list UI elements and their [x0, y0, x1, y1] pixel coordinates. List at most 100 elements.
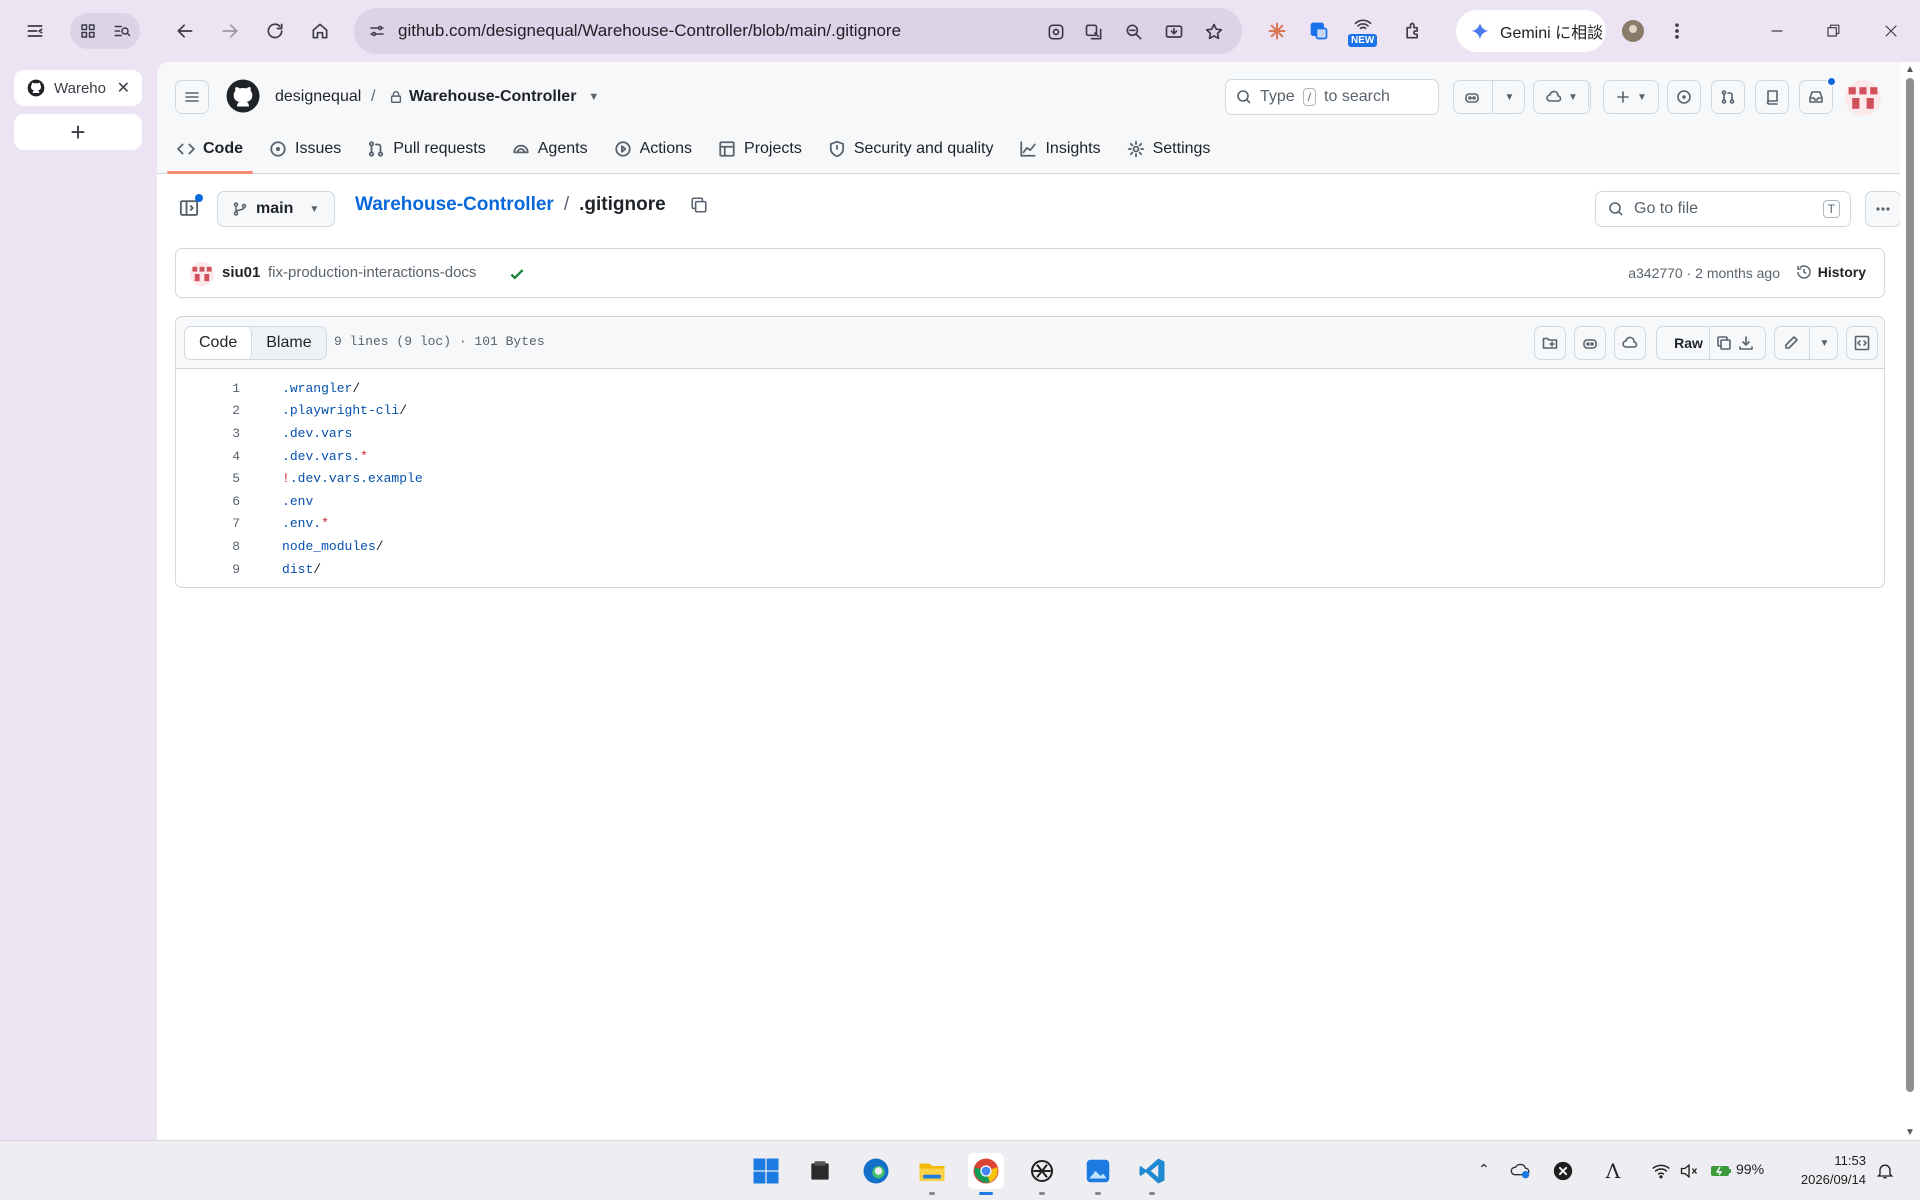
codespace-open-button[interactable] — [1614, 326, 1646, 360]
close-window-icon[interactable] — [1876, 16, 1906, 46]
zoom-icon[interactable] — [1122, 20, 1146, 44]
scroll-up-icon[interactable]: ▲ — [1905, 64, 1915, 75]
line-number[interactable]: 6 — [176, 494, 240, 509]
site-info-icon[interactable] — [366, 20, 388, 42]
download-icon[interactable] — [1738, 335, 1754, 351]
scroll-down-icon[interactable]: ▼ — [1905, 1127, 1915, 1138]
onedrive-icon[interactable] — [1508, 1153, 1534, 1189]
commit-meta[interactable]: a342770 · 2 months ago — [1628, 265, 1780, 281]
minimize-icon[interactable] — [1762, 16, 1792, 46]
file-tree-toggle[interactable] — [175, 194, 203, 222]
reload-icon[interactable] — [260, 16, 290, 46]
line-number[interactable]: 1 — [176, 381, 240, 396]
line-number[interactable]: 4 — [176, 449, 240, 464]
address-bar[interactable]: github.com/designequal/Warehouse-Control… — [354, 8, 1242, 54]
commit-author[interactable]: siu01 — [222, 264, 260, 281]
task-view-button[interactable] — [802, 1153, 838, 1189]
collapse-tabs-icon[interactable] — [20, 16, 50, 46]
line-number[interactable]: 9 — [176, 562, 240, 577]
history-button[interactable]: History — [1796, 264, 1866, 280]
breadcrumb-repo[interactable]: Warehouse-Controller ▼ — [389, 88, 599, 106]
issues-global-button[interactable] — [1667, 80, 1701, 114]
tab-agents[interactable]: Agents — [502, 124, 598, 174]
app-tray-icon[interactable] — [1550, 1153, 1576, 1189]
bookmark-star-icon[interactable] — [1202, 20, 1226, 44]
restore-icon[interactable] — [1818, 16, 1848, 46]
line-number[interactable]: 8 — [176, 539, 240, 554]
tab-issues[interactable]: Issues — [259, 124, 351, 174]
edit-button-group[interactable]: ▼ — [1774, 326, 1838, 360]
repositories-button[interactable] — [1755, 80, 1789, 114]
tab-code[interactable]: Code — [167, 124, 253, 174]
new-tab-button[interactable]: + — [14, 114, 142, 150]
tab-groups-toggle[interactable] — [70, 13, 140, 49]
tab-github[interactable]: Warehouse-Controller ✕ — [14, 70, 142, 106]
notifications-button[interactable] — [1799, 77, 1836, 114]
line-number[interactable]: 2 — [176, 403, 240, 418]
wifi-icon[interactable] — [1648, 1153, 1674, 1189]
battery-icon[interactable] — [1708, 1153, 1734, 1189]
tab-settings[interactable]: Settings — [1117, 124, 1221, 174]
volume-muted-icon[interactable] — [1676, 1153, 1702, 1189]
create-new-button[interactable]: ▼ — [1603, 80, 1659, 114]
hamburger-menu-button[interactable] — [175, 80, 209, 114]
blame-view-tab[interactable]: Blame — [252, 327, 325, 359]
symbols-panel-button[interactable] — [1846, 326, 1878, 360]
tab-insights[interactable]: Insights — [1009, 124, 1110, 174]
tab-actions[interactable]: Actions — [604, 124, 702, 174]
ime-icon[interactable]: Λ — [1600, 1153, 1626, 1189]
edge-button[interactable] — [858, 1153, 894, 1189]
code-char: * — [321, 516, 329, 532]
translate-icon[interactable] — [1082, 20, 1106, 44]
commit-message[interactable]: fix-production-interactions-docs — [268, 264, 476, 281]
codespaces-button[interactable]: ▼ — [1533, 80, 1591, 114]
lens-icon[interactable] — [1044, 20, 1068, 44]
raw-button[interactable]: Raw — [1668, 327, 1710, 359]
github-logo-icon[interactable] — [225, 78, 261, 114]
pull-requests-global-button[interactable] — [1711, 80, 1745, 114]
clock[interactable]: 11:53 2026/09/14 — [1801, 1151, 1866, 1189]
claude-extension-icon[interactable] — [1262, 16, 1292, 46]
line-number[interactable]: 7 — [176, 516, 240, 531]
line-number[interactable]: 3 — [176, 426, 240, 441]
extensions-puzzle-icon[interactable] — [1398, 16, 1428, 46]
code-view-tab[interactable]: Code — [185, 327, 253, 359]
open-folder-button[interactable] — [1534, 326, 1566, 360]
branch-selector[interactable]: main ▼ — [217, 191, 335, 227]
author-avatar[interactable] — [190, 262, 214, 286]
copy-icon[interactable] — [1716, 335, 1732, 351]
install-app-icon[interactable] — [1162, 20, 1186, 44]
photos-button[interactable] — [1080, 1153, 1116, 1195]
global-search-input[interactable]: Type / to search — [1225, 79, 1439, 115]
tab-projects[interactable]: Projects — [708, 124, 812, 174]
tab-close-icon[interactable]: ✕ — [117, 78, 130, 98]
go-to-file-input[interactable]: Go to file T — [1595, 191, 1851, 227]
page-scrollbar[interactable]: ▲ ▼ — [1900, 62, 1920, 1140]
copilot-button[interactable]: ▼ — [1453, 80, 1525, 114]
profile-avatar[interactable] — [1618, 16, 1648, 46]
more-options-button[interactable] — [1865, 191, 1901, 227]
start-button[interactable] — [748, 1153, 784, 1189]
google-translate-extension-icon[interactable] — [1304, 16, 1334, 46]
browser-menu-icon[interactable] — [1662, 16, 1692, 46]
user-avatar[interactable] — [1845, 80, 1881, 116]
file-explorer-button[interactable] — [914, 1153, 950, 1195]
line-number[interactable]: 5 — [176, 471, 240, 486]
chatgpt-button[interactable] — [1024, 1153, 1060, 1195]
copy-path-icon[interactable] — [690, 196, 708, 214]
check-icon[interactable] — [508, 265, 526, 283]
forward-icon[interactable] — [215, 16, 245, 46]
back-icon[interactable] — [170, 16, 200, 46]
vscode-button[interactable] — [1134, 1153, 1170, 1195]
breadcrumb-owner[interactable]: designequal — [275, 88, 361, 106]
tray-overflow-icon[interactable]: ⌃ — [1478, 1161, 1490, 1178]
chrome-button[interactable] — [968, 1153, 1004, 1195]
notification-bell-icon[interactable] — [1872, 1153, 1898, 1189]
gemini-button[interactable]: Gemini に相談 — [1456, 10, 1606, 52]
home-icon[interactable] — [305, 16, 335, 46]
copilot-ask-button[interactable] — [1574, 326, 1606, 360]
path-repo-link[interactable]: Warehouse-Controller — [355, 194, 554, 216]
scrollbar-thumb[interactable] — [1906, 78, 1914, 1092]
tab-security[interactable]: Security and quality — [818, 124, 1004, 174]
tab-pull-requests[interactable]: Pull requests — [357, 124, 496, 174]
